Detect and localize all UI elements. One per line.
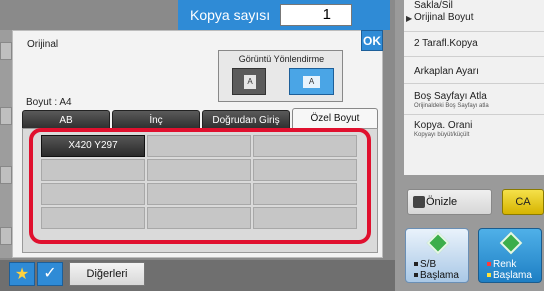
orientation-landscape-button[interactable]: A xyxy=(289,68,334,95)
color-dot-icon xyxy=(487,273,491,278)
favorite-star-button[interactable]: ★ xyxy=(9,262,35,286)
portrait-page-icon: A xyxy=(244,75,256,89)
preview-icon xyxy=(413,196,425,208)
function-menu: Sakla/Sil ▶ Orijinal Boyut 2 Tarafl.Kopy… xyxy=(404,0,544,175)
menu-item-skip-blank[interactable]: Boş Sayfayı Atla Orijinaldeki Boş Sayfay… xyxy=(404,84,544,115)
custom-size-slot[interactable] xyxy=(253,159,357,181)
custom-size-slot[interactable] xyxy=(147,207,251,229)
custom-size-slot[interactable] xyxy=(41,183,145,205)
start-diamond-icon xyxy=(499,231,523,255)
custom-size-slot[interactable] xyxy=(41,207,145,229)
orientation-box: Görüntü Yönlendirme A A xyxy=(218,50,343,102)
menu-item-copy-ratio[interactable]: Kopya. Orani Kopyayı büyüt/küçült xyxy=(404,115,544,147)
custom-size-slot[interactable] xyxy=(147,159,251,181)
others-button[interactable]: Diğerleri xyxy=(69,262,145,286)
custom-size-slot[interactable] xyxy=(253,135,357,157)
orientation-title: Görüntü Yönlendirme xyxy=(238,54,325,64)
tab-direct-entry[interactable]: Doğrudan Giriş xyxy=(202,110,290,129)
menu-item-store-delete[interactable]: Sakla/Sil xyxy=(404,0,544,12)
tab-inch[interactable]: İnç xyxy=(112,110,200,129)
side-tab[interactable] xyxy=(0,107,12,125)
custom-size-slot[interactable] xyxy=(253,207,357,229)
side-edge xyxy=(0,30,12,258)
custom-size-slot[interactable]: X420 Y297 xyxy=(41,135,145,157)
dialog-title: Orijinal xyxy=(27,39,59,50)
side-tab[interactable] xyxy=(0,166,12,184)
bw-start-button[interactable]: S/B Başlama xyxy=(405,228,469,283)
check-button[interactable]: ✓ xyxy=(37,262,63,286)
custom-size-slot[interactable] xyxy=(147,135,251,157)
color-dot-icon xyxy=(487,262,491,267)
color-start-button[interactable]: Renk Başlama xyxy=(478,228,542,283)
play-arrow-icon: ▶ xyxy=(406,14,413,23)
landscape-page-icon: A xyxy=(303,76,320,88)
bw-dot-icon xyxy=(414,262,418,267)
tab-custom-size[interactable]: Özel Boyut xyxy=(292,108,378,129)
preview-button[interactable]: Önizle xyxy=(407,189,492,215)
copies-count-field[interactable]: 1 xyxy=(280,4,352,26)
bw-dot-icon xyxy=(414,273,418,278)
menu-item-duplex[interactable]: 2 Tarafl.Kopya xyxy=(404,32,544,57)
menu-item-original-size[interactable]: ▶ Orijinal Boyut xyxy=(404,12,544,32)
tab-ab[interactable]: AB xyxy=(22,110,110,129)
ok-button[interactable]: OK xyxy=(361,30,383,51)
custom-size-slot[interactable] xyxy=(41,159,145,181)
custom-size-slot[interactable] xyxy=(147,183,251,205)
copies-bar: Kopya sayısı 1 xyxy=(178,0,390,30)
size-info: Boyut : A4 xyxy=(26,97,72,108)
clear-all-button[interactable]: CA xyxy=(502,189,544,215)
custom-size-slot[interactable] xyxy=(253,183,357,205)
orientation-portrait-button[interactable]: A xyxy=(232,68,266,95)
custom-size-grid: X420 Y297 xyxy=(22,128,378,253)
side-tab[interactable] xyxy=(0,227,12,245)
copies-label: Kopya sayısı xyxy=(190,7,271,23)
menu-item-background[interactable]: Arkaplan Ayarı xyxy=(404,57,544,84)
side-tab[interactable] xyxy=(0,42,12,60)
start-diamond-icon xyxy=(426,231,450,255)
